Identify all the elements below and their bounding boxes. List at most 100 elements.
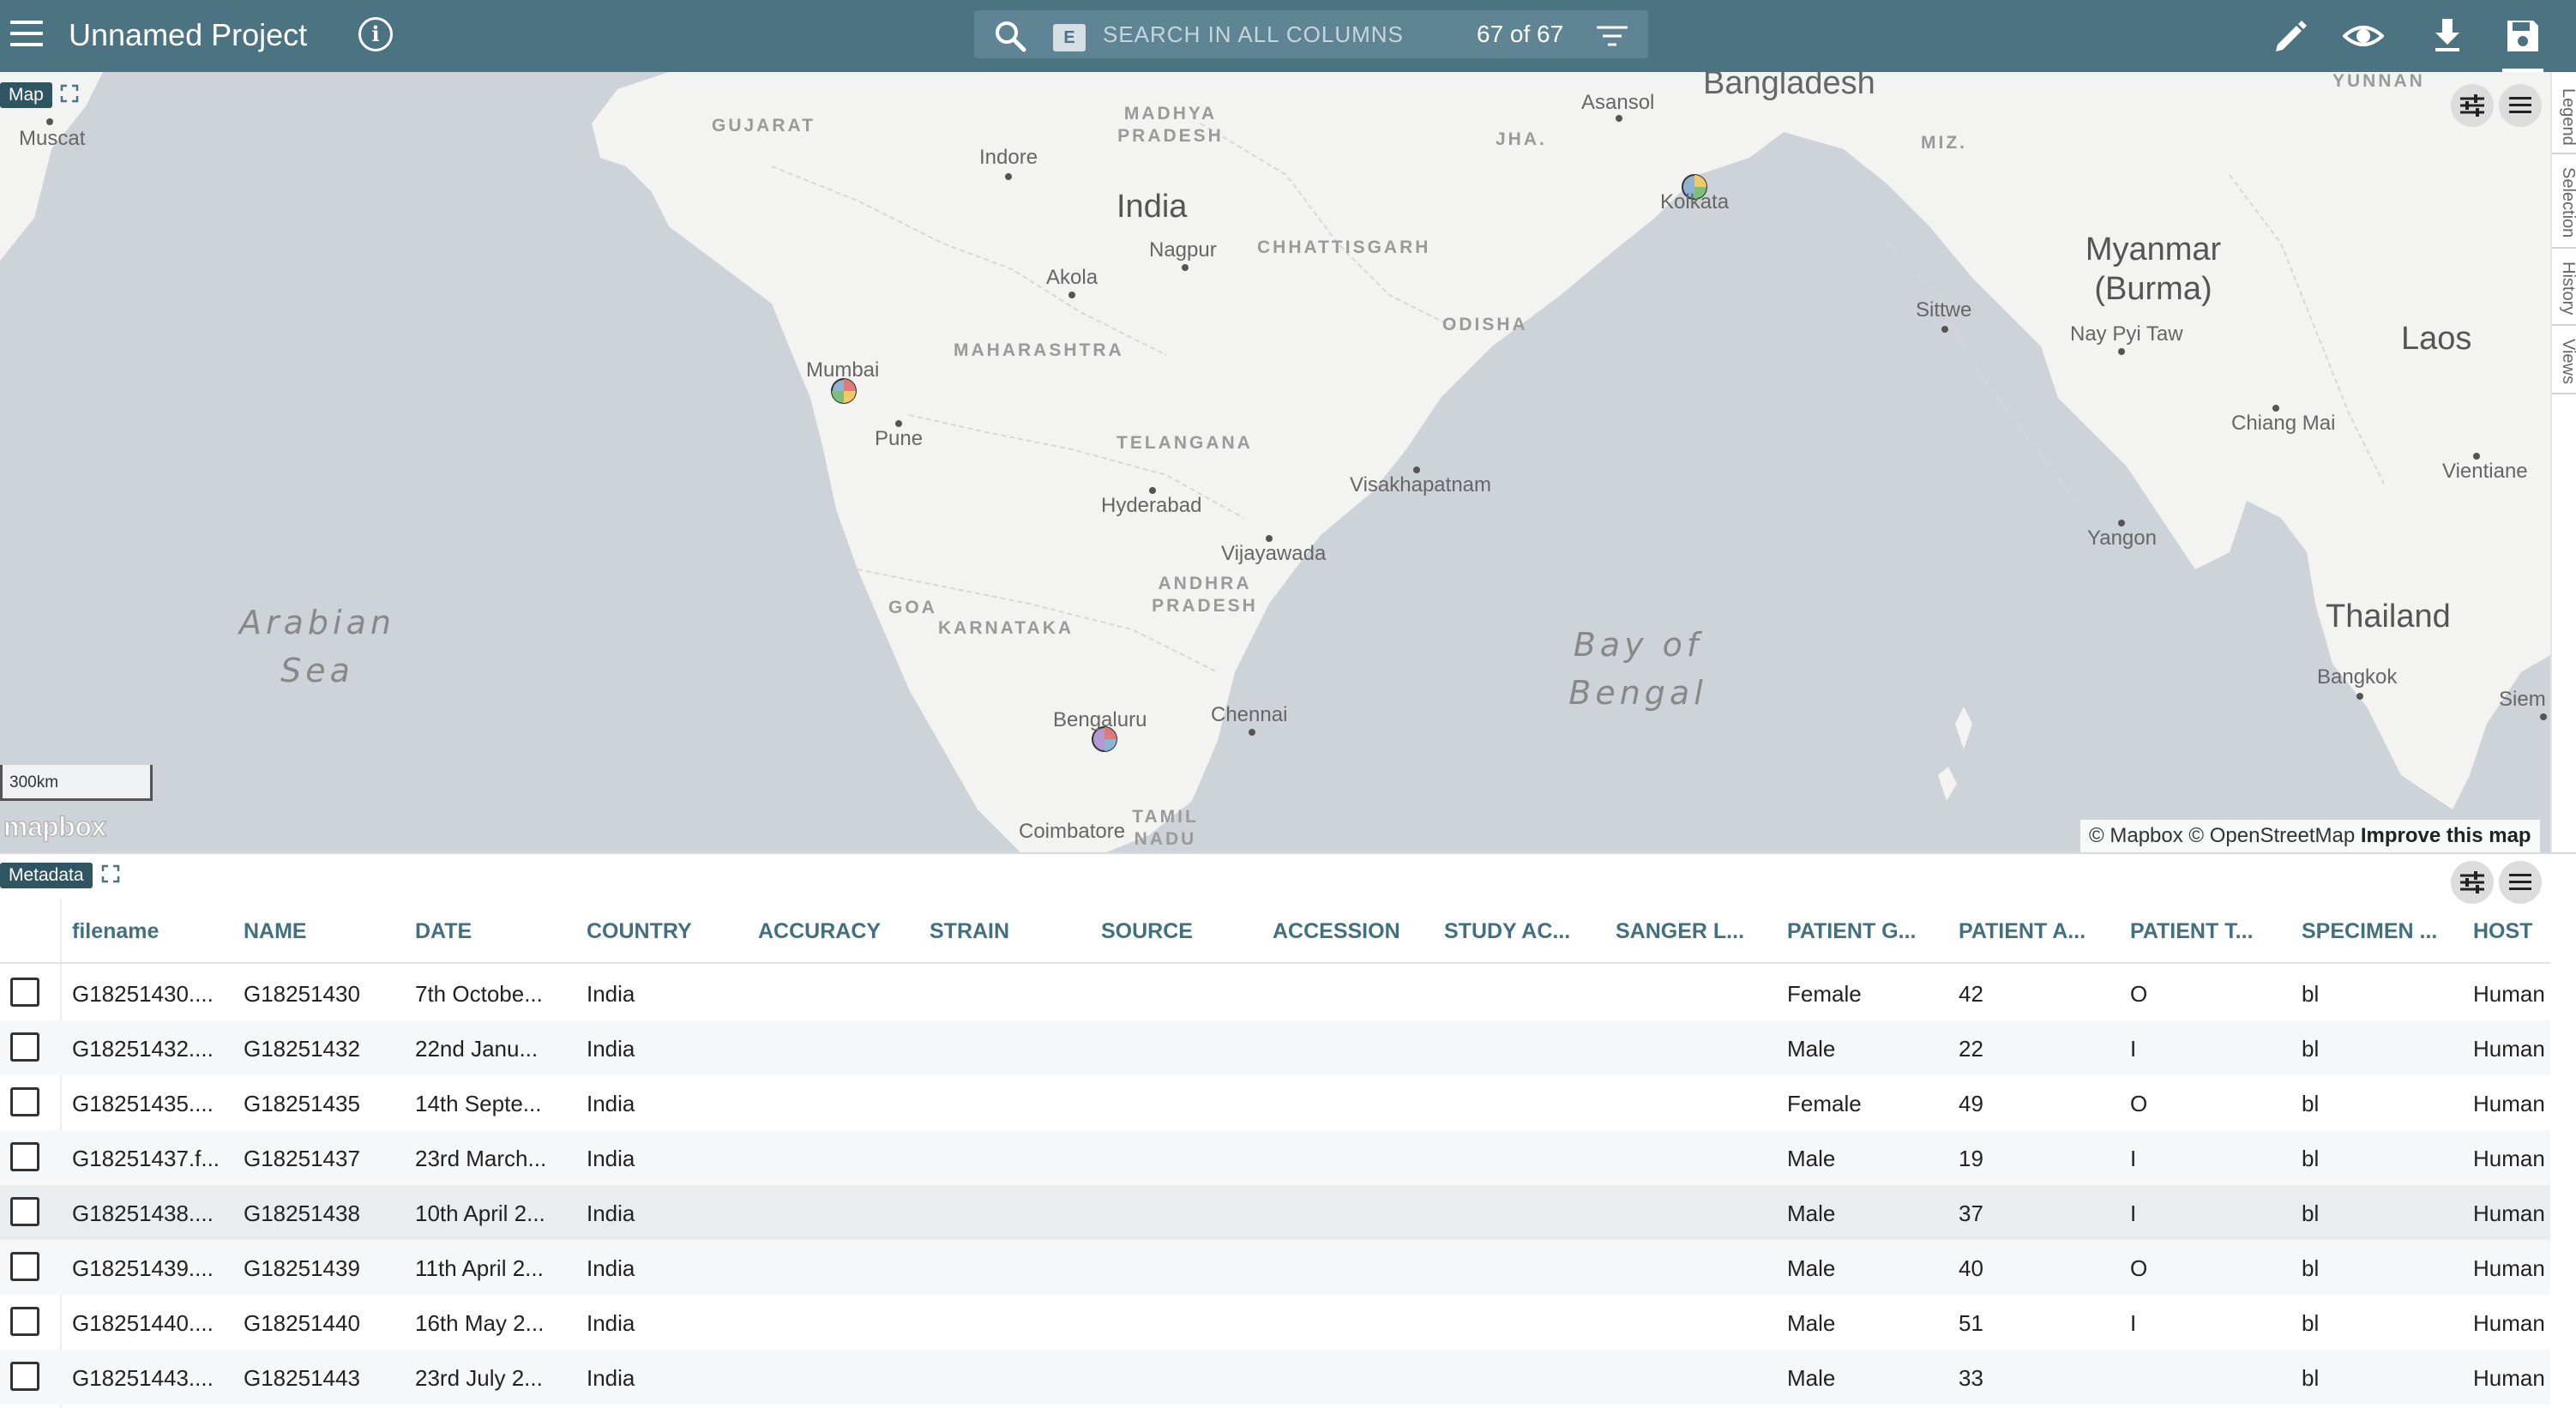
table-row[interactable]: G18251439.... G18251439 11th April 2... Ind… (0, 1240, 2550, 1295)
table-cell: bl (2302, 1310, 2320, 1336)
table-cell: G18251443.... (72, 1365, 214, 1391)
map-label-city: Akola (1046, 266, 1098, 289)
table-cell: 22 (1959, 1036, 1983, 1062)
table-row[interactable]: G18251437.f... G18251437 23rd March... Indi… (0, 1130, 2550, 1185)
column-header[interactable]: NAME (244, 919, 307, 944)
expand-icon[interactable] (101, 864, 120, 883)
map-panel[interactable]: India Myanmar (Burma) Laos Thailand Bang… (0, 72, 2550, 852)
map-label-city: Yangon (2087, 526, 2157, 550)
map-label-region: ODISHA (1442, 315, 1528, 334)
table-cell: India (587, 1310, 635, 1336)
table-cell: G18251432.... (72, 1036, 214, 1062)
column-header[interactable]: PATIENT G... (1787, 919, 1916, 944)
table-menu-button[interactable] (2499, 861, 2542, 904)
map-label-region: KARNATAKA (938, 618, 1074, 638)
row-checkbox[interactable] (10, 1032, 39, 1062)
column-header[interactable]: PATIENT T... (2130, 919, 2254, 944)
column-header[interactable]: ACCESSION (1273, 919, 1400, 944)
row-checkbox[interactable] (10, 1197, 39, 1226)
table-row[interactable]: G18251438.... G18251438 10th April 2... Ind… (0, 1185, 2550, 1240)
tab-history[interactable]: History (2552, 252, 2576, 326)
project-title[interactable]: Unnamed Project (69, 17, 307, 53)
map-menu-button[interactable] (2499, 84, 2542, 127)
row-checkbox[interactable] (10, 1362, 39, 1391)
sliders-icon (2460, 94, 2484, 117)
table-cell: bl (2302, 1200, 2320, 1226)
info-icon[interactable]: i (358, 17, 393, 51)
table-cell: India (587, 981, 635, 1007)
row-checkbox[interactable] (10, 978, 39, 1007)
map-label-region: TELANGANA (1116, 433, 1253, 453)
column-header[interactable]: filename (72, 919, 159, 944)
map-label-city: Vientiane (2442, 460, 2528, 483)
table-cell: bl (2302, 1091, 2320, 1116)
table-cell: bl (2302, 981, 2320, 1007)
map-label-country: Myanmar (Burma) (2085, 232, 2222, 307)
column-header[interactable]: HOST (2473, 919, 2532, 944)
column-header[interactable]: SOURCE (1101, 919, 1193, 944)
map-label-city: Asansol (1581, 91, 1655, 114)
map-label-city: Visakhapatnam (1350, 473, 1491, 496)
table-cell: I (2130, 1036, 2137, 1062)
map-label-sea: Arabian Sea (239, 604, 395, 689)
table-row[interactable]: G18251430.... G18251430 7th Octobe... India… (0, 966, 2550, 1020)
row-checkbox[interactable] (10, 1142, 39, 1171)
column-header[interactable]: ACCURACY (758, 919, 881, 944)
mapbox-logo[interactable]: mapbox (3, 810, 107, 843)
map-label-country: Bangladesh (1703, 72, 1875, 101)
table-cell: 7th Octobe... (415, 981, 543, 1007)
column-header[interactable]: STUDY AC... (1444, 919, 1570, 944)
table-row[interactable]: G18251440.... G18251440 16th May 2... India… (0, 1295, 2550, 1350)
table-cell: G18251437 (244, 1146, 360, 1171)
map-label-city: Sittwe (1916, 298, 1972, 322)
map-controls-button[interactable] (2451, 84, 2494, 127)
hamburger-menu-icon[interactable] (10, 21, 43, 48)
table-row[interactable]: G18251435.... G18251435 14th Septe... India… (0, 1075, 2550, 1130)
table-cell: Male (1787, 1146, 1836, 1171)
search-icon[interactable] (993, 19, 1027, 53)
table-header: filename NAME DATE COUNTRY ACCURACY STRAIN SOU… (0, 899, 2550, 964)
column-header[interactable]: PATIENT A... (1959, 919, 2085, 944)
save-icon[interactable] (2502, 15, 2543, 57)
column-header[interactable]: SANGER L... (1616, 919, 1744, 944)
map-label-city: Muscat (19, 127, 86, 150)
table-cell: India (587, 1091, 635, 1116)
table-cell: G18251438 (244, 1200, 360, 1226)
column-header[interactable]: SPECIMEN ... (2302, 919, 2437, 944)
row-checkbox[interactable] (10, 1252, 39, 1281)
map-label-city: Kolkata (1660, 190, 1730, 214)
map-label-region: MAHARASHTRA (954, 340, 1124, 360)
sample-marker[interactable] (831, 378, 857, 404)
table-cell: 16th May 2... (415, 1310, 545, 1336)
search-mode-badge[interactable]: E (1053, 24, 1086, 51)
table-row[interactable]: G18251432.... G18251432 22nd Janu... India M… (0, 1020, 2550, 1075)
column-header[interactable]: COUNTRY (587, 919, 692, 944)
table-cell: Human (2473, 1091, 2545, 1116)
table-cell: G18251435 (244, 1091, 360, 1116)
expand-icon[interactable] (60, 84, 79, 103)
map-canvas[interactable] (0, 72, 2550, 852)
tab-selection[interactable]: Selection (2552, 158, 2576, 249)
map-label-region: GOA (888, 598, 937, 617)
row-checkbox[interactable] (10, 1307, 39, 1336)
pencil-icon[interactable] (2271, 15, 2312, 57)
table-cell: 49 (1959, 1091, 1983, 1116)
table-cell: I (2130, 1146, 2137, 1171)
map-label-city: Vijayawada (1221, 542, 1327, 565)
tab-views[interactable]: Views (2552, 329, 2576, 394)
table-cell: Human (2473, 981, 2545, 1007)
row-checkbox[interactable] (10, 1087, 39, 1116)
table-cell: Male (1787, 1310, 1836, 1336)
tab-legend[interactable]: Legend (2552, 81, 2576, 154)
improve-map-link[interactable]: Improve this map (2361, 824, 2531, 847)
table-controls-button[interactable] (2451, 861, 2494, 904)
download-icon[interactable] (2427, 15, 2468, 57)
filter-icon[interactable] (1595, 24, 1629, 48)
column-header[interactable]: DATE (415, 919, 472, 944)
table-row[interactable]: G18251443.... G18251443 23rd July 2... Indi… (0, 1350, 2550, 1405)
metadata-panel-tag: Metadata (0, 863, 93, 888)
column-header[interactable]: STRAIN (930, 919, 1009, 944)
table-cell: G18251438.... (72, 1200, 214, 1226)
eye-icon[interactable] (2343, 15, 2384, 57)
table-cell: 22nd Janu... (415, 1036, 539, 1062)
